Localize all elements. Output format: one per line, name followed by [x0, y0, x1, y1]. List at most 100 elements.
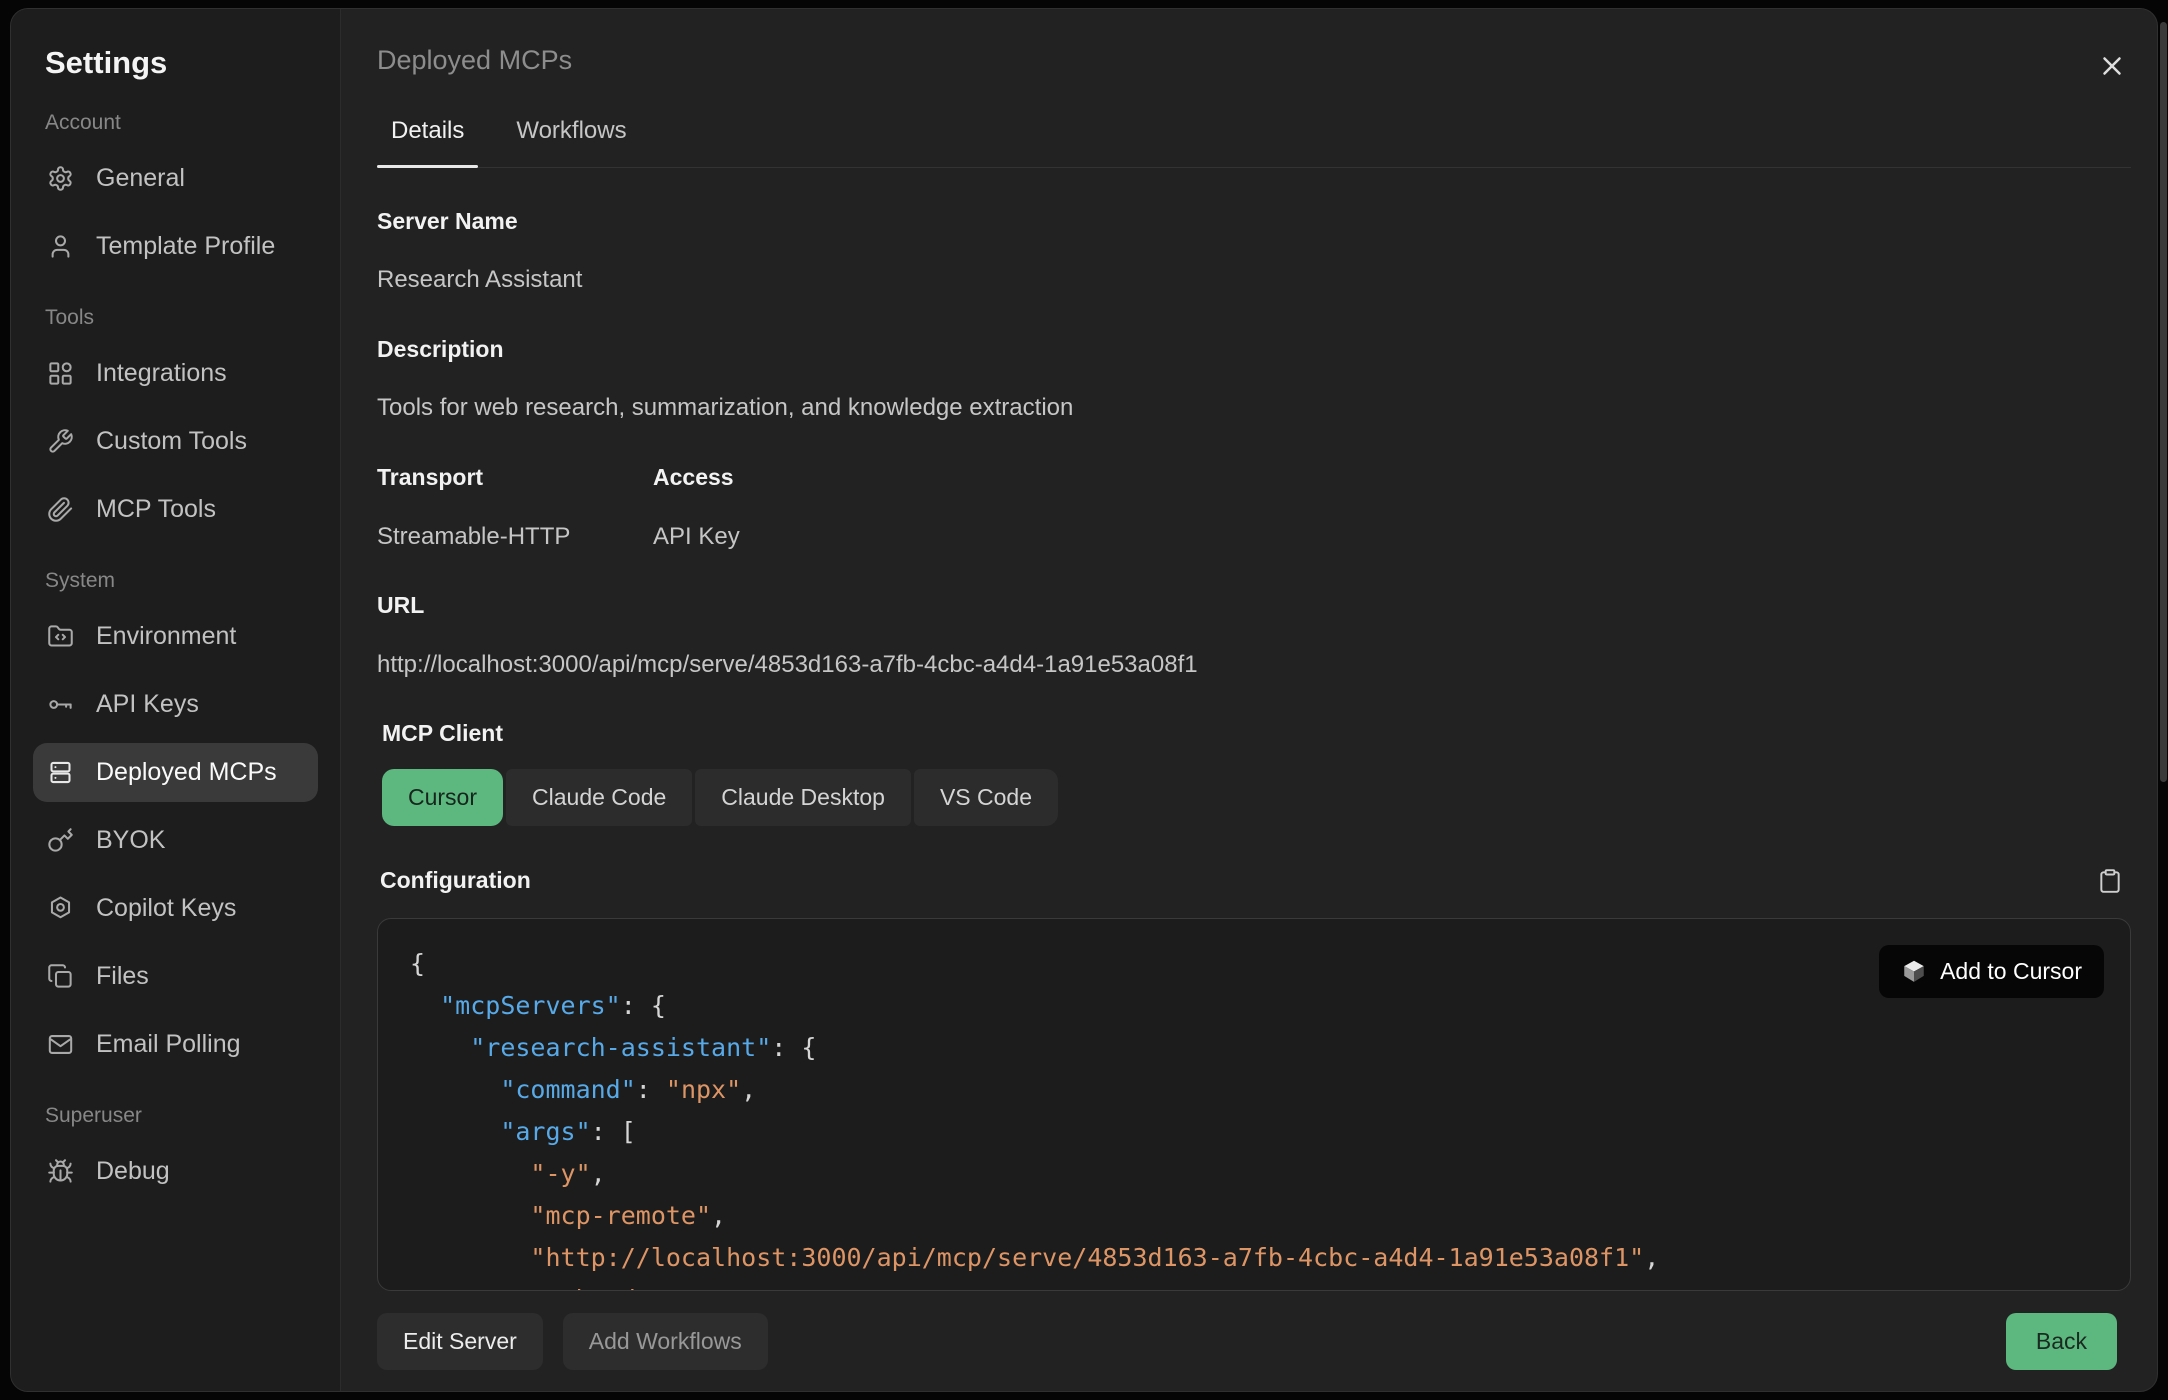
- tab-workflows[interactable]: Workflows: [502, 117, 640, 167]
- sidebar-item-debug[interactable]: Debug: [33, 1142, 318, 1201]
- sidebar-item-label: Debug: [96, 1157, 170, 1186]
- configuration-header: Configuration: [380, 866, 2131, 896]
- sidebar-section-label-system: System: [45, 569, 306, 593]
- edit-server-button[interactable]: Edit Server: [377, 1313, 543, 1370]
- copy-config-button[interactable]: [2095, 866, 2125, 896]
- bug-icon: [47, 1158, 74, 1185]
- sidebar-item-deployed-mcps[interactable]: Deployed MCPs: [33, 743, 318, 802]
- code-line: "args": [: [410, 1111, 2100, 1153]
- access-col: Access API Key: [653, 464, 2131, 592]
- mcp-client-label: MCP Client: [382, 720, 2131, 746]
- access-label: Access: [653, 464, 2131, 490]
- sidebar-item-api-keys[interactable]: API Keys: [33, 675, 318, 734]
- code-line: "http://localhost:3000/api/mcp/serve/485…: [410, 1237, 2100, 1279]
- sidebar-item-label: Files: [96, 962, 149, 991]
- key-icon: [47, 691, 74, 718]
- transport-access-row: Transport Streamable-HTTP Access API Key: [377, 464, 2131, 592]
- close-button[interactable]: [2093, 47, 2131, 85]
- sidebar-item-custom-tools[interactable]: Custom Tools: [33, 412, 318, 471]
- configuration-label: Configuration: [380, 867, 531, 893]
- settings-title: Settings: [45, 45, 318, 81]
- details-content: Server Name Research Assistant Descripti…: [377, 168, 2131, 1291]
- code-line: "-y",: [410, 1153, 2100, 1195]
- sidebar-item-label: Template Profile: [96, 232, 275, 261]
- gear-icon: [47, 165, 74, 192]
- server-name-label: Server Name: [377, 208, 2131, 234]
- shapes-grid-icon: [47, 360, 74, 387]
- deployed-mcps-panel: Deployed MCPs Details Workflows Server Na…: [341, 9, 2157, 1391]
- back-button[interactable]: Back: [2006, 1313, 2117, 1370]
- sidebar-item-email-polling[interactable]: Email Polling: [33, 1015, 318, 1074]
- sidebar-item-general[interactable]: General: [33, 149, 318, 208]
- sidebar-item-label: MCP Tools: [96, 495, 216, 524]
- scrollbar-thumb[interactable]: [2160, 22, 2167, 782]
- add-to-cursor-label: Add to Cursor: [1940, 958, 2082, 985]
- mcp-client-option-claude-desktop[interactable]: Claude Desktop: [695, 769, 911, 826]
- sidebar: Settings Account General Template Profile T…: [11, 9, 341, 1391]
- sidebar-item-label: General: [96, 164, 185, 193]
- page-title: Deployed MCPs: [377, 45, 572, 76]
- paperclip-icon: [47, 496, 74, 523]
- tab-details[interactable]: Details: [377, 117, 478, 167]
- sidebar-item-label: BYOK: [96, 826, 165, 855]
- sidebar-item-label: Deployed MCPs: [96, 758, 277, 787]
- description-label: Description: [377, 336, 2131, 362]
- transport-col: Transport Streamable-HTTP: [377, 464, 653, 592]
- sidebar-item-integrations[interactable]: Integrations: [33, 344, 318, 403]
- sidebar-section-label-account: Account: [45, 111, 306, 135]
- access-value: API Key: [653, 523, 2131, 551]
- screen: { "colors": { "accent_green": "#5cb87f",…: [0, 0, 2168, 1400]
- sidebar-item-label: Integrations: [96, 359, 227, 388]
- panel-header: Deployed MCPs: [377, 9, 2131, 85]
- close-icon: [2097, 51, 2127, 81]
- add-workflows-button[interactable]: Add Workflows: [563, 1313, 768, 1370]
- code-line: "--header": [410, 1279, 2100, 1291]
- code-line: {: [410, 943, 2100, 985]
- server-icon: [47, 759, 74, 786]
- mcp-client-option-vs-code[interactable]: VS Code: [914, 769, 1058, 826]
- transport-label: Transport: [377, 464, 653, 490]
- cursor-logo-icon: [1901, 958, 1927, 984]
- code-line: "mcp-remote",: [410, 1195, 2100, 1237]
- server-name-value: Research Assistant: [377, 266, 2131, 294]
- sidebar-item-label: Custom Tools: [96, 427, 247, 456]
- user-icon: [47, 233, 74, 260]
- sidebar-section-label-superuser: Superuser: [45, 1104, 306, 1128]
- tabs: Details Workflows: [377, 117, 2131, 168]
- sidebar-item-template-profile[interactable]: Template Profile: [33, 217, 318, 276]
- sidebar-item-label: Email Polling: [96, 1030, 241, 1059]
- mail-icon: [47, 1031, 74, 1058]
- code-lines: { "mcpServers": { "research-assistant": …: [410, 943, 2100, 1291]
- nut-icon: [47, 895, 74, 922]
- add-to-cursor-button[interactable]: Add to Cursor: [1879, 945, 2104, 998]
- sidebar-item-byok[interactable]: BYOK: [33, 811, 318, 870]
- transport-value: Streamable-HTTP: [377, 523, 653, 551]
- code-line: "command": "npx",: [410, 1069, 2100, 1111]
- sidebar-item-copilot-keys[interactable]: Copilot Keys: [33, 879, 318, 938]
- sidebar-item-mcp-tools[interactable]: MCP Tools: [33, 480, 318, 539]
- clipboard-icon: [2097, 868, 2123, 894]
- sidebar-item-label: Environment: [96, 622, 236, 651]
- folder-code-icon: [47, 623, 74, 650]
- mcp-client-options: CursorClaude CodeClaude DesktopVS Code: [382, 769, 2131, 826]
- mcp-client-option-claude-code[interactable]: Claude Code: [506, 769, 692, 826]
- panel-footer: Edit Server Add Workflows Back: [377, 1291, 2131, 1391]
- settings-modal: Settings Account General Template Profile T…: [10, 8, 2158, 1392]
- key-round-icon: [47, 827, 74, 854]
- configuration-code-block[interactable]: { "mcpServers": { "research-assistant": …: [377, 918, 2131, 1291]
- sidebar-item-label: Copilot Keys: [96, 894, 236, 923]
- mcp-client-option-cursor[interactable]: Cursor: [382, 769, 503, 826]
- url-label: URL: [377, 592, 2131, 618]
- description-value: Tools for web research, summarization, a…: [377, 394, 2131, 422]
- code-line: "research-assistant": {: [410, 1027, 2100, 1069]
- code-line: "mcpServers": {: [410, 985, 2100, 1027]
- copy-icon: [47, 963, 74, 990]
- wrench-icon: [47, 428, 74, 455]
- mcp-client-section: MCP Client CursorClaude CodeClaude Deskt…: [382, 720, 2131, 865]
- sidebar-section-label-tools: Tools: [45, 306, 306, 330]
- sidebar-sections: Account General Template Profile Tools Integ…: [33, 111, 318, 1201]
- sidebar-item-files[interactable]: Files: [33, 947, 318, 1006]
- sidebar-item-environment[interactable]: Environment: [33, 607, 318, 666]
- url-value: http://localhost:3000/api/mcp/serve/4853…: [377, 651, 2131, 679]
- sidebar-item-label: API Keys: [96, 690, 199, 719]
